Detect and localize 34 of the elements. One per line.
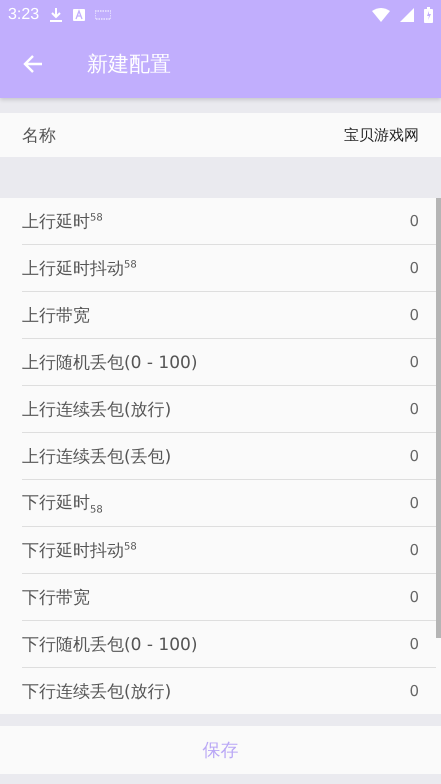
name-row[interactable]: 名称 宝贝游戏网 [0, 113, 441, 157]
name-label: 名称 [22, 124, 56, 146]
setting-value: 0 [409, 494, 419, 512]
setting-label: 下行带宽 [22, 586, 90, 608]
setting-value: 0 [409, 353, 419, 371]
setting-label: 上行延时抖动$^{58}$ [22, 258, 137, 280]
signal-icon [400, 8, 414, 22]
battery-icon [424, 7, 433, 23]
keyboard-letter-icon [73, 9, 86, 21]
setting-label: 上行带宽 [22, 304, 90, 326]
name-value: 宝贝游戏网 [344, 126, 419, 144]
setting-value: 0 [409, 541, 419, 559]
screen-title: 新建配置 [87, 51, 171, 78]
setting-value: 0 [409, 306, 419, 324]
setting-label: 下行延时抖动$^{58}$ [22, 540, 137, 562]
setting-label: 下行随机丢包(0 - 100) [22, 634, 198, 656]
download-icon [49, 7, 64, 23]
back-arrow-icon [22, 53, 44, 75]
setting-label: 上行延时$^{58}$ [22, 210, 103, 232]
setting-label: 下行连续丢包(放行) [22, 680, 172, 702]
setting-value: 0 [409, 400, 419, 418]
setting-label: 上行连续丢包(丢包) [22, 446, 172, 468]
setting-value: 0 [409, 635, 419, 653]
setting-value: 0 [409, 212, 419, 230]
keyboard-icon [95, 10, 112, 20]
status-time: 3:23 [8, 6, 40, 24]
wifi-icon [372, 8, 390, 22]
setting-value: 0 [409, 588, 419, 606]
setting-value: 0 [409, 682, 419, 700]
setting-label: 上行随机丢包(0 - 100) [22, 352, 198, 374]
setting-label: 上行连续丢包(放行) [22, 398, 172, 420]
setting-label: 下行延时$_{58}$ [22, 492, 103, 516]
setting-value: 0 [409, 447, 419, 465]
setting-value: 0 [409, 259, 419, 277]
